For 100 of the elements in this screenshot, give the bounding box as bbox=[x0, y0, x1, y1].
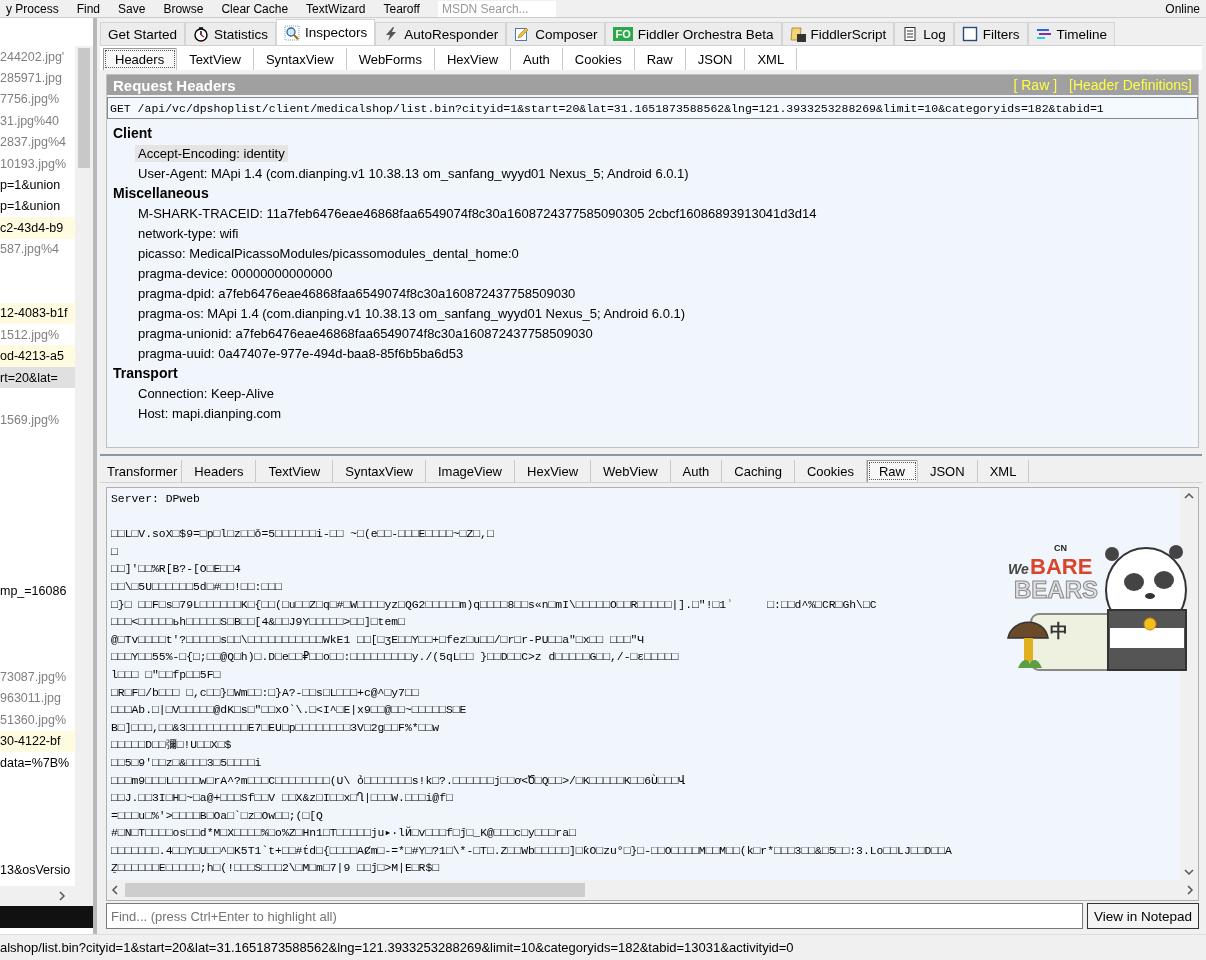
toolbar-button[interactable]: TextWizard bbox=[306, 1, 366, 16]
session-row[interactable]: 963011.jpg bbox=[0, 687, 75, 710]
scrollbar[interactable] bbox=[75, 46, 93, 886]
session-row[interactable]: 1569.jpg% bbox=[0, 409, 75, 432]
session-row[interactable]: 285971.jpg bbox=[0, 67, 75, 89]
session-row[interactable]: 12-4083-b1f bbox=[0, 302, 75, 325]
logo-text: We bbox=[1008, 562, 1029, 576]
tab[interactable]: FiddlerScript bbox=[781, 22, 895, 45]
tab[interactable]: XML bbox=[977, 460, 1030, 482]
chevron-up-icon[interactable] bbox=[1184, 492, 1194, 500]
session-row[interactable]: 7756.jpg% bbox=[0, 88, 75, 111]
raw-text-line: □□□m9□□□L□□□□w□rA^?m□□□C□□□□□□□□(U\ ỏ□□□□□□□s!k□?.□□□□□□j□□ơ<Ծ□Q□□>/□K□□□□□K□□6Ù□□□Վ bbox=[111, 773, 686, 789]
raw-text-line: □□5□9'□□z□&□□□3□5□□□□i bbox=[111, 755, 262, 771]
raw-text-line: □□]'□□%R[B?-[O□E□□4 bbox=[111, 562, 241, 578]
tab[interactable]: Get Started bbox=[100, 22, 186, 45]
raw-text-line: @□Tv□□□□t'?□□□□□s□□\□□□□□□□□□□□WkE1 □□[□ʒE□□Y□□+□fez□u□□/□r□r-PU□□a"□x□□ □□□"Ч bbox=[111, 632, 645, 648]
tab[interactable]: TextView bbox=[177, 48, 254, 70]
chevron-down-icon[interactable] bbox=[1184, 868, 1194, 876]
session-row[interactable]: rt=20&lat= bbox=[0, 366, 75, 389]
session-row[interactable]: 1512.jpg% bbox=[0, 324, 75, 346]
tab[interactable]: FO Fiddler Orchestra Beta bbox=[605, 22, 782, 45]
session-row[interactable]: 2837.jpg%4 bbox=[0, 131, 75, 153]
header-group[interactable]: Client bbox=[113, 123, 1198, 143]
tab[interactable]: HexView bbox=[434, 48, 511, 70]
tab[interactable]: Composer bbox=[506, 22, 606, 45]
tab[interactable]: Raw bbox=[866, 460, 918, 482]
session-row[interactable]: mp_=16086 bbox=[0, 580, 75, 603]
tab[interactable]: SyntaxView bbox=[253, 48, 347, 70]
session-row[interactable]: p=1&union bbox=[0, 195, 75, 218]
session-row[interactable]: 13&osVersio bbox=[0, 858, 75, 881]
tab[interactable]: Transformer bbox=[103, 460, 183, 482]
chevron-right-icon[interactable] bbox=[57, 891, 67, 901]
session-row[interactable]: data=%7B% bbox=[0, 751, 75, 774]
toolbar-button[interactable]: Tearoff bbox=[383, 1, 420, 16]
raw-text-line: Ẕ□□□□□□E□□□□□;h□(!□□□S□□□2\□M□m□7|9 □□ĵ□>M|E□R$□ bbox=[111, 861, 440, 877]
tab[interactable]: Filters bbox=[953, 22, 1028, 45]
header-group[interactable]: Miscellaneous bbox=[113, 183, 1198, 203]
session-row[interactable]: p=1&union bbox=[0, 174, 75, 196]
chevron-right-icon[interactable] bbox=[1186, 885, 1194, 895]
tab[interactable]: JSON bbox=[917, 460, 978, 482]
toolbar-button[interactable]: y Process bbox=[6, 1, 59, 16]
session-row[interactable]: c2-43d4-b9 bbox=[0, 217, 75, 239]
header-item[interactable]: pragma-os: MApi 1.4 (com.dianping.v1 10.38.13 om_sanfang_wyyd01 Nexus_5; Android 6.0.1) bbox=[135, 304, 689, 322]
header-item[interactable]: pragma-uuid: 0a47407e-977e-494d-baa8-85f6b5ba6d53 bbox=[135, 344, 467, 362]
tab[interactable]: Headers bbox=[103, 48, 178, 70]
panel-title: Request Headers bbox=[113, 76, 236, 94]
tab[interactable]: HexView bbox=[515, 460, 592, 482]
header-item[interactable]: Accept-Encoding: identity bbox=[135, 144, 288, 162]
session-row[interactable]: 244202.jpg' bbox=[0, 46, 75, 68]
tab[interactable]: SyntaxView bbox=[333, 460, 426, 482]
tab[interactable]: Auth bbox=[511, 48, 563, 70]
tab[interactable]: Raw bbox=[634, 48, 686, 70]
logo-text: BEARS bbox=[1014, 578, 1098, 602]
header-item[interactable]: User-Agent: MApi 1.4 (com.dianping.v1 10.38.13 om_sanfang_wyyd01 Nexus_5; Android 6.0.1) bbox=[135, 164, 692, 182]
header-item[interactable]: pragma-device: 00000000000000 bbox=[135, 264, 336, 282]
tab[interactable]: Inspectors bbox=[276, 19, 376, 45]
raw-text-line: Server: DPweb bbox=[111, 492, 200, 507]
tab[interactable]: Headers bbox=[182, 460, 257, 482]
header-item[interactable]: network-type: wifi bbox=[135, 224, 242, 242]
tab[interactable]: Caching bbox=[722, 460, 795, 482]
tab[interactable]: JSON bbox=[685, 48, 746, 70]
toolbar-button[interactable]: Clear Cache bbox=[221, 1, 289, 16]
tab[interactable]: Log bbox=[894, 22, 954, 45]
online-status[interactable]: Online bbox=[1165, 1, 1200, 16]
header-item[interactable]: picasso: MedicalPicassoModules/picassomodules_dental_home:0 bbox=[135, 244, 522, 262]
header-item[interactable]: Connection: Keep-Alive bbox=[135, 384, 277, 402]
header-item[interactable]: Host: mapi.dianping.com bbox=[135, 404, 285, 422]
session-row[interactable]: 51360.jpg% bbox=[0, 709, 75, 731]
session-row[interactable]: 30-4122-bf bbox=[0, 730, 75, 752]
tab[interactable]: XML bbox=[745, 48, 798, 70]
raw-text-line: l□□□ □"□□fp□□5F□ bbox=[111, 667, 221, 683]
raw-text-line: #□N□T□□□□os□□d*M□X□□□□%□o%Z□Hn1□T□□□□□ju▸·lЙ□v□□□f□ĵ□_K@□□□c□y□□□ra□ bbox=[111, 825, 576, 842]
tab[interactable]: AutoResponder bbox=[375, 22, 507, 45]
tab[interactable]: Cookies bbox=[794, 460, 867, 482]
header-item[interactable]: M-SHARK-TRACEID: 11a7feb6476eae46868faa6549074f8c30a1608724377585090305 2cbcf16086893913041d3d14 bbox=[135, 204, 820, 222]
raw-text-line: =□□□u□%'>□□□□B□Oa□`□z□Ow□□;(□[Q bbox=[111, 808, 323, 824]
session-row[interactable]: 31.jpg%40 bbox=[0, 110, 75, 132]
chevron-left-icon[interactable] bbox=[111, 885, 119, 895]
tab[interactable]: Cookies bbox=[562, 48, 635, 70]
tab[interactable]: Timeline bbox=[1027, 22, 1116, 45]
toolbar-button[interactable]: Find bbox=[76, 1, 101, 16]
tab[interactable]: ImageView bbox=[425, 460, 515, 482]
session-row[interactable]: 73087.jpg% bbox=[0, 666, 75, 688]
header-group[interactable]: Transport bbox=[113, 363, 1198, 383]
scrollbar[interactable] bbox=[107, 880, 1198, 900]
view-in-notepad-button[interactable]: View in Notepad bbox=[1086, 903, 1199, 929]
tab[interactable]: WebView bbox=[591, 460, 671, 482]
toolbar-button[interactable]: Browse bbox=[163, 1, 204, 16]
tab[interactable]: Auth bbox=[670, 460, 723, 482]
tab[interactable]: TextView bbox=[256, 460, 334, 482]
header-item[interactable]: pragma-unionid: a7feb6476eae46868faa6549074f8c30a160872437758509030 bbox=[135, 324, 596, 342]
status-bar: alshop/list.bin?cityid=1&start=20&lat=31.1651873588562&lng=121.3933253288269&limit=10&categoryids=182&tabid=13031&activityid=0 bbox=[0, 934, 1206, 960]
toolbar-button[interactable]: Save bbox=[118, 1, 146, 16]
session-row[interactable]: od-4213-a5 bbox=[0, 345, 75, 367]
tab[interactable]: WebForms bbox=[346, 48, 435, 70]
find-field[interactable]: Find... (press Ctrl+Enter to highlight all) bbox=[106, 903, 1083, 929]
tab[interactable]: Statistics bbox=[185, 22, 277, 45]
header-item[interactable]: pragma-dpid: a7feb6476eae46868faa6549074f8c30a160872437758509030 bbox=[135, 284, 579, 302]
session-row[interactable]: 587.jpg%4 bbox=[0, 238, 75, 260]
session-row[interactable]: 10193.jpg% bbox=[0, 152, 75, 175]
